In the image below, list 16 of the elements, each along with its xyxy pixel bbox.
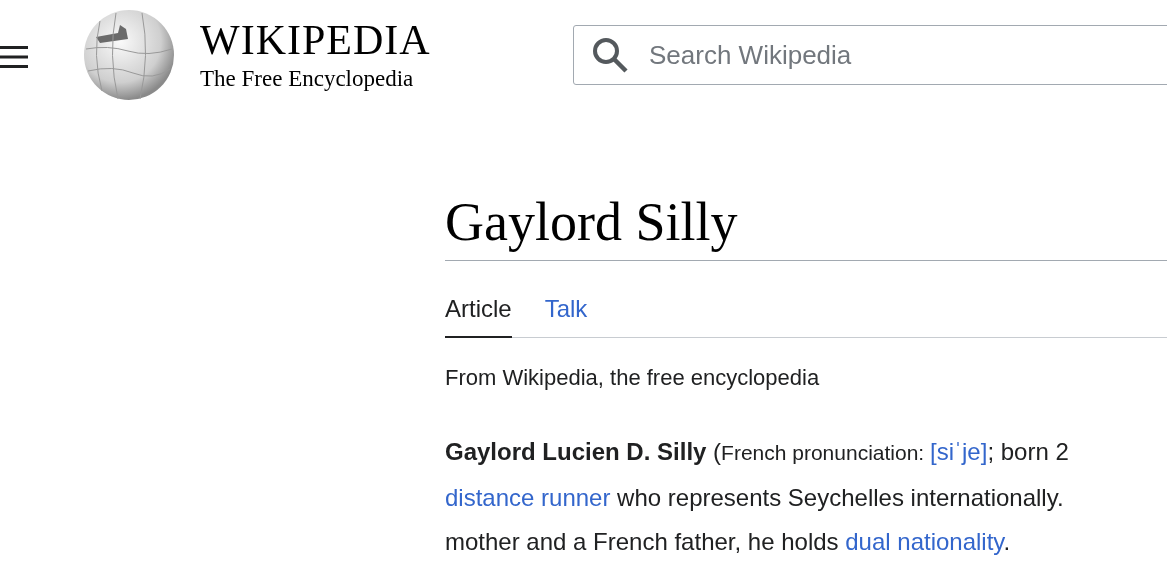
article-link[interactable]: dual nationality bbox=[845, 528, 1004, 555]
search-bar[interactable]: Search Wikipedia bbox=[573, 25, 1167, 85]
page-tab[interactable]: Talk bbox=[544, 283, 588, 338]
paragraph-line: mother and a French father, he holds dual nationality. bbox=[445, 527, 1012, 557]
page-tab[interactable]: Article bbox=[445, 283, 512, 338]
article-link[interactable]: [siˈje] bbox=[930, 438, 988, 465]
search-field[interactable]: Search Wikipedia bbox=[647, 38, 1167, 72]
search-icon bbox=[591, 36, 629, 74]
paragraph-line: distance runner who represents Seychelles internationally. bbox=[445, 482, 1065, 513]
paragraph-line: Gaylord Lucien D. Silly (French pronunciation: [siˈje]; born 2 bbox=[445, 437, 1070, 467]
wordmark: WIKIPEDIA bbox=[200, 18, 432, 62]
tagline: The Free Encyclopedia bbox=[200, 66, 415, 92]
site-subtitle: From Wikipedia, the free encyclopedia bbox=[445, 365, 821, 391]
page-title: Gaylord Silly bbox=[445, 190, 1167, 261]
article-link[interactable]: distance runner bbox=[445, 483, 611, 511]
menu-icon[interactable] bbox=[0, 44, 28, 70]
